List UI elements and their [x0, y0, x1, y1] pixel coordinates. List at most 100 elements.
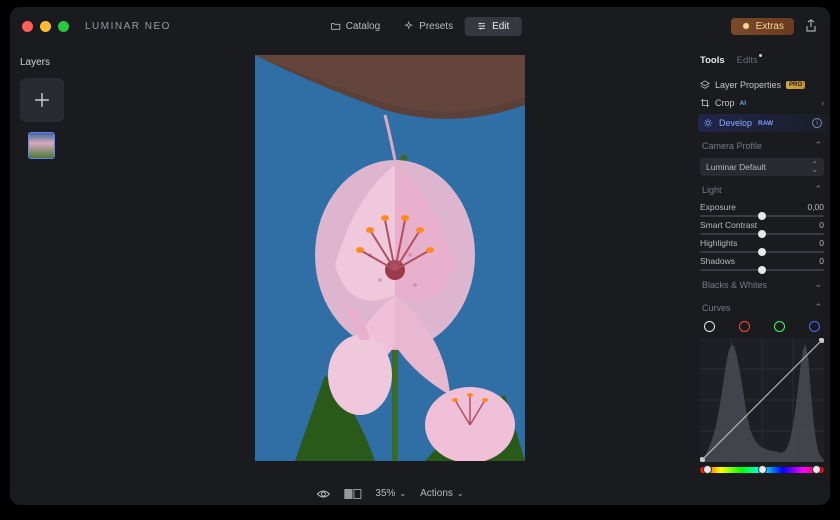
layers-heading: Layers	[20, 57, 80, 68]
layers-sidebar: Layers	[10, 45, 90, 505]
hue-thumb-shadow[interactable]	[703, 465, 712, 474]
blacks-whites-label: Blacks & Whites	[702, 280, 767, 290]
slider-thumb[interactable]	[758, 266, 766, 274]
chevron-down-icon: ⌄	[814, 279, 822, 290]
compare-icon	[344, 489, 361, 499]
section-blacks-whites[interactable]: Blacks & Whites ⌄	[700, 275, 824, 294]
exposure-value: 0,00	[807, 202, 824, 212]
window-zoom-button[interactable]	[58, 21, 69, 32]
crop-label: Crop	[715, 98, 735, 108]
slider-thumb[interactable]	[758, 248, 766, 256]
hue-slider[interactable]	[700, 467, 824, 473]
smart-contrast-slider[interactable]	[700, 233, 824, 235]
chevron-down-icon: ⌄	[399, 489, 406, 498]
light-label: Light	[702, 185, 722, 195]
shadows-label: Shadows	[700, 256, 735, 266]
chevron-up-icon: ⌃	[814, 184, 822, 195]
section-light[interactable]: Light ⌃	[700, 180, 824, 199]
share-button[interactable]	[802, 17, 820, 35]
hue-thumb-highlight[interactable]	[812, 465, 821, 474]
chevron-right-icon: ›	[821, 98, 824, 108]
nav-edit[interactable]: Edit	[465, 17, 521, 36]
tool-layer-properties[interactable]: Layer Properties PRO	[700, 76, 824, 94]
slider-smart-contrast: Smart Contrast 0	[700, 220, 824, 235]
section-camera-profile[interactable]: Camera Profile ⌃	[700, 136, 824, 155]
highlights-slider[interactable]	[700, 251, 824, 253]
sliders-icon	[477, 21, 487, 31]
camera-profile-label: Camera Profile	[702, 141, 762, 151]
smart-contrast-label: Smart Contrast	[700, 220, 757, 230]
layer-thumbnail[interactable]	[28, 132, 55, 159]
image-content	[255, 55, 525, 461]
panel-tabs: Tools Edits	[700, 55, 824, 66]
smart-contrast-value: 0	[819, 220, 824, 230]
highlights-value: 0	[819, 238, 824, 248]
layer-properties-label: Layer Properties	[715, 80, 781, 90]
curve-channel-selector	[700, 317, 824, 338]
curves-label: Curves	[702, 303, 731, 313]
tab-tools[interactable]: Tools	[700, 55, 725, 66]
hue-thumb-mid[interactable]	[758, 465, 767, 474]
develop-label: Develop	[719, 118, 752, 128]
sparkle-icon	[404, 21, 414, 31]
titlebar: LUMINAR NEO Catalog Presets Edit Extras	[10, 7, 830, 45]
channel-green[interactable]	[774, 321, 785, 332]
stepper-arrows-icon: ⌃⌄	[811, 162, 818, 172]
channel-blue[interactable]	[809, 321, 820, 332]
window-close-button[interactable]	[22, 21, 33, 32]
section-curves[interactable]: Curves ⌃	[700, 298, 824, 317]
nav-presets[interactable]: Presets	[392, 17, 465, 36]
camera-profile-value: Luminar Default	[706, 162, 766, 172]
slider-shadows: Shadows 0	[700, 256, 824, 271]
shadows-value: 0	[819, 256, 824, 266]
camera-profile-dropdown[interactable]: Luminar Default ⌃⌄	[700, 158, 824, 176]
pro-badge: PRO	[786, 81, 805, 89]
tab-edits[interactable]: Edits	[737, 55, 758, 66]
traffic-lights	[22, 21, 69, 32]
info-icon[interactable]: i	[812, 118, 822, 128]
chevron-up-icon: ⌃	[814, 302, 822, 313]
tool-crop[interactable]: Crop AI ›	[700, 94, 824, 112]
shadows-slider[interactable]	[700, 269, 824, 271]
plus-icon	[33, 91, 51, 109]
content: Layers	[10, 45, 830, 505]
channel-red[interactable]	[739, 321, 750, 332]
curves-graph	[700, 338, 824, 462]
exposure-label: Exposure	[700, 202, 736, 212]
extras-button[interactable]: Extras	[731, 18, 794, 35]
actions-dropdown[interactable]: Actions ⌄	[420, 488, 464, 499]
right-panel: Tools Edits Layer Properties PRO Crop AI…	[690, 45, 830, 505]
layers-icon	[700, 80, 710, 90]
nav-edit-label: Edit	[492, 21, 509, 32]
share-icon	[804, 19, 818, 33]
exposure-slider[interactable]	[700, 215, 824, 217]
slider-thumb[interactable]	[758, 212, 766, 220]
zoom-dropdown[interactable]: 35% ⌄	[375, 488, 406, 499]
zoom-value: 35%	[375, 488, 395, 499]
chevron-up-icon: ⌃	[814, 140, 822, 151]
actions-label: Actions	[420, 488, 453, 499]
slider-thumb[interactable]	[758, 230, 766, 238]
visibility-toggle[interactable]	[316, 489, 330, 499]
tool-develop[interactable]: Develop RAW i	[698, 114, 826, 132]
nav-catalog-label: Catalog	[346, 21, 380, 32]
canvas-area: 35% ⌄ Actions ⌄	[90, 45, 690, 505]
nav-presets-label: Presets	[419, 21, 453, 32]
sun-icon	[703, 118, 713, 128]
crop-icon	[700, 98, 710, 108]
puzzle-icon	[741, 21, 751, 31]
nav-catalog[interactable]: Catalog	[319, 17, 392, 36]
folder-icon	[331, 21, 341, 31]
chevron-down-icon: ⌄	[457, 489, 464, 498]
compare-toggle[interactable]	[344, 489, 361, 499]
layer-thumbnail-image	[29, 133, 54, 158]
app-window: LUMINAR NEO Catalog Presets Edit Extras	[10, 7, 830, 505]
canvas-toolbar: 35% ⌄ Actions ⌄	[316, 488, 463, 499]
canvas-image[interactable]	[255, 55, 525, 461]
channel-luma[interactable]	[704, 321, 715, 332]
curves-editor[interactable]	[700, 338, 824, 462]
eye-icon	[316, 489, 330, 499]
add-layer-button[interactable]	[20, 78, 64, 122]
window-minimize-button[interactable]	[40, 21, 51, 32]
highlights-label: Highlights	[700, 238, 737, 248]
